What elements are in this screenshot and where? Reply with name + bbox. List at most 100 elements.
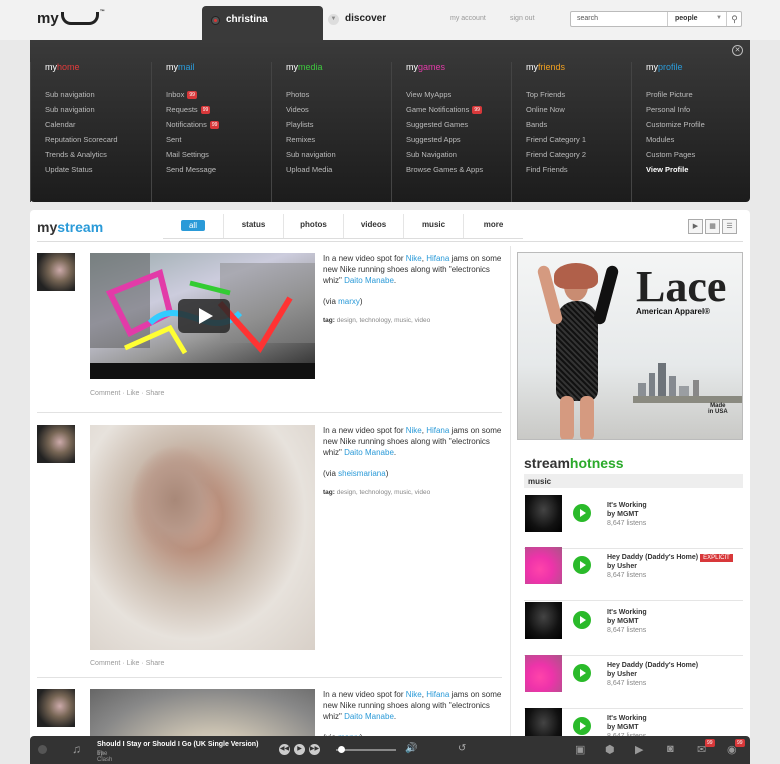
menu-item[interactable]: View MyApps — [406, 87, 511, 102]
track-title[interactable]: Hey Daddy (Daddy's Home) — [607, 662, 698, 669]
menu-heading-mail[interactable]: mymail — [166, 62, 271, 72]
menu-item[interactable]: Profile Picture — [646, 87, 750, 102]
menu-item[interactable]: Bands — [526, 117, 631, 132]
comment-link[interactable]: Comment — [90, 390, 120, 397]
discover-button[interactable]: ▼ discover — [328, 13, 386, 25]
previous-icon[interactable]: ◀◀ — [279, 744, 290, 755]
video-icon[interactable]: ▶ — [635, 743, 643, 756]
tab-music[interactable]: music — [403, 214, 463, 238]
search-scope-select[interactable]: people — [675, 15, 698, 22]
music-note-icon[interactable]: ♫ — [72, 742, 81, 756]
progress-bar[interactable] — [336, 749, 396, 751]
menu-item[interactable]: Sub navigation — [45, 87, 150, 102]
track-title[interactable]: It's Working — [607, 502, 647, 509]
link-hifana[interactable]: Hifana — [426, 690, 449, 699]
list-view-icon[interactable]: ☰ — [722, 219, 737, 234]
menu-item[interactable]: Top Friends — [526, 87, 631, 102]
menu-item[interactable]: Sub navigation — [286, 147, 391, 162]
status-dot-icon[interactable] — [38, 745, 47, 754]
play-view-icon[interactable]: ▶ — [688, 219, 703, 234]
track-title[interactable]: It's Working — [607, 715, 647, 722]
avatar[interactable] — [37, 689, 75, 727]
menu-item[interactable]: Modules — [646, 132, 750, 147]
menu-item[interactable]: Reputation Scorecard — [45, 132, 150, 147]
menu-item[interactable]: Friend Category 1 — [526, 132, 631, 147]
repeat-icon[interactable]: ↺ — [458, 743, 466, 754]
menu-item[interactable]: Game Notifications 99 — [406, 102, 511, 117]
menu-heading-profile[interactable]: myprofile — [646, 62, 750, 72]
search-icon[interactable]: ⚲ — [726, 12, 742, 26]
view-profile-link[interactable]: View Profile — [646, 162, 750, 177]
camera-icon[interactable]: ◙ — [667, 743, 674, 755]
track-thumbnail[interactable] — [525, 602, 562, 639]
menu-heading-friends[interactable]: myfriends — [526, 62, 631, 72]
via-link[interactable]: sheismariana — [338, 469, 386, 478]
link-nike[interactable]: Nike — [406, 254, 422, 263]
menu-item[interactable]: Calendar — [45, 117, 150, 132]
track-title[interactable]: Hey Daddy (Daddy's Home) — [607, 554, 698, 561]
avatar[interactable] — [37, 253, 75, 291]
menu-item[interactable]: Send Message — [166, 162, 271, 177]
next-icon[interactable]: ▶▶ — [309, 744, 320, 755]
play-icon[interactable] — [573, 717, 591, 735]
progress-knob[interactable] — [338, 746, 345, 753]
track-title[interactable]: It's Working — [607, 609, 647, 616]
play-icon[interactable] — [573, 504, 591, 522]
myspace-logo[interactable]: my ™ — [37, 9, 105, 27]
search-input[interactable]: search — [577, 15, 598, 22]
menu-item[interactable]: Sub Navigation — [406, 147, 511, 162]
link-daito-manabe[interactable]: Daito Manabe — [344, 276, 394, 285]
my-account-link[interactable]: my account — [450, 15, 486, 22]
menu-item[interactable]: Mail Settings — [166, 147, 271, 162]
menu-item[interactable]: Personal Info — [646, 102, 750, 117]
search-box[interactable]: search people ▼ ⚲ — [570, 11, 742, 27]
menu-item[interactable]: Videos — [286, 102, 391, 117]
comment-link[interactable]: Comment — [90, 660, 120, 667]
close-icon[interactable]: ✕ — [732, 45, 743, 56]
grid-view-icon[interactable]: ▦ — [705, 219, 720, 234]
menu-heading-media[interactable]: mymedia — [286, 62, 391, 72]
menu-item[interactable]: Friend Category 2 — [526, 147, 631, 162]
menu-item[interactable]: Notifications 99 — [166, 117, 271, 132]
menu-item[interactable]: Photos — [286, 87, 391, 102]
menu-heading-games[interactable]: mygames — [406, 62, 511, 72]
tab-photos[interactable]: photos — [283, 214, 343, 238]
share-link[interactable]: Share — [146, 660, 165, 667]
play-icon[interactable] — [573, 611, 591, 629]
tab-all[interactable]: all — [163, 214, 223, 238]
play-icon[interactable]: ▶ — [294, 744, 305, 755]
link-hifana[interactable]: Hifana — [426, 254, 449, 263]
menu-item[interactable]: Sent — [166, 132, 271, 147]
menu-heading-home[interactable]: myhome — [45, 62, 150, 72]
photo-icon[interactable]: ▣ — [575, 743, 585, 756]
ad-banner[interactable]: Lace American Apparel® Made in USA — [517, 252, 743, 440]
link-hifana[interactable]: Hifana — [426, 426, 449, 435]
share-link[interactable]: Share — [146, 390, 165, 397]
tab-status[interactable]: status — [223, 214, 283, 238]
via-link[interactable]: marxy — [338, 297, 360, 306]
link-daito-manabe[interactable]: Daito Manabe — [344, 712, 394, 721]
play-icon[interactable] — [573, 664, 591, 682]
menu-item[interactable]: Browse Games & Apps — [406, 162, 511, 177]
link-nike[interactable]: Nike — [406, 426, 422, 435]
menu-item[interactable]: Playlists — [286, 117, 391, 132]
play-icon[interactable] — [573, 556, 591, 574]
track-thumbnail[interactable] — [525, 655, 562, 692]
menu-item[interactable]: Find Friends — [526, 162, 631, 177]
track-thumbnail[interactable] — [525, 547, 562, 584]
video-play-button[interactable] — [178, 299, 230, 333]
link-daito-manabe[interactable]: Daito Manabe — [344, 448, 394, 457]
sign-out-link[interactable]: sign out — [510, 15, 535, 22]
apps-icon[interactable]: ⬢ — [605, 743, 615, 756]
post-tags[interactable]: design, technology, music, video — [337, 317, 430, 324]
menu-item[interactable]: Suggested Apps — [406, 132, 511, 147]
avatar[interactable] — [37, 425, 75, 463]
menu-item[interactable]: Remixes — [286, 132, 391, 147]
menu-item[interactable]: Online Now — [526, 102, 631, 117]
menu-item[interactable]: Customize Profile — [646, 117, 750, 132]
menu-item[interactable]: Inbox 99 — [166, 87, 271, 102]
volume-icon[interactable]: 🔊 — [405, 743, 417, 754]
post-tags[interactable]: design, technology, music, video — [337, 489, 430, 496]
menu-item[interactable]: Custom Pages — [646, 147, 750, 162]
like-link[interactable]: Like — [127, 390, 140, 397]
